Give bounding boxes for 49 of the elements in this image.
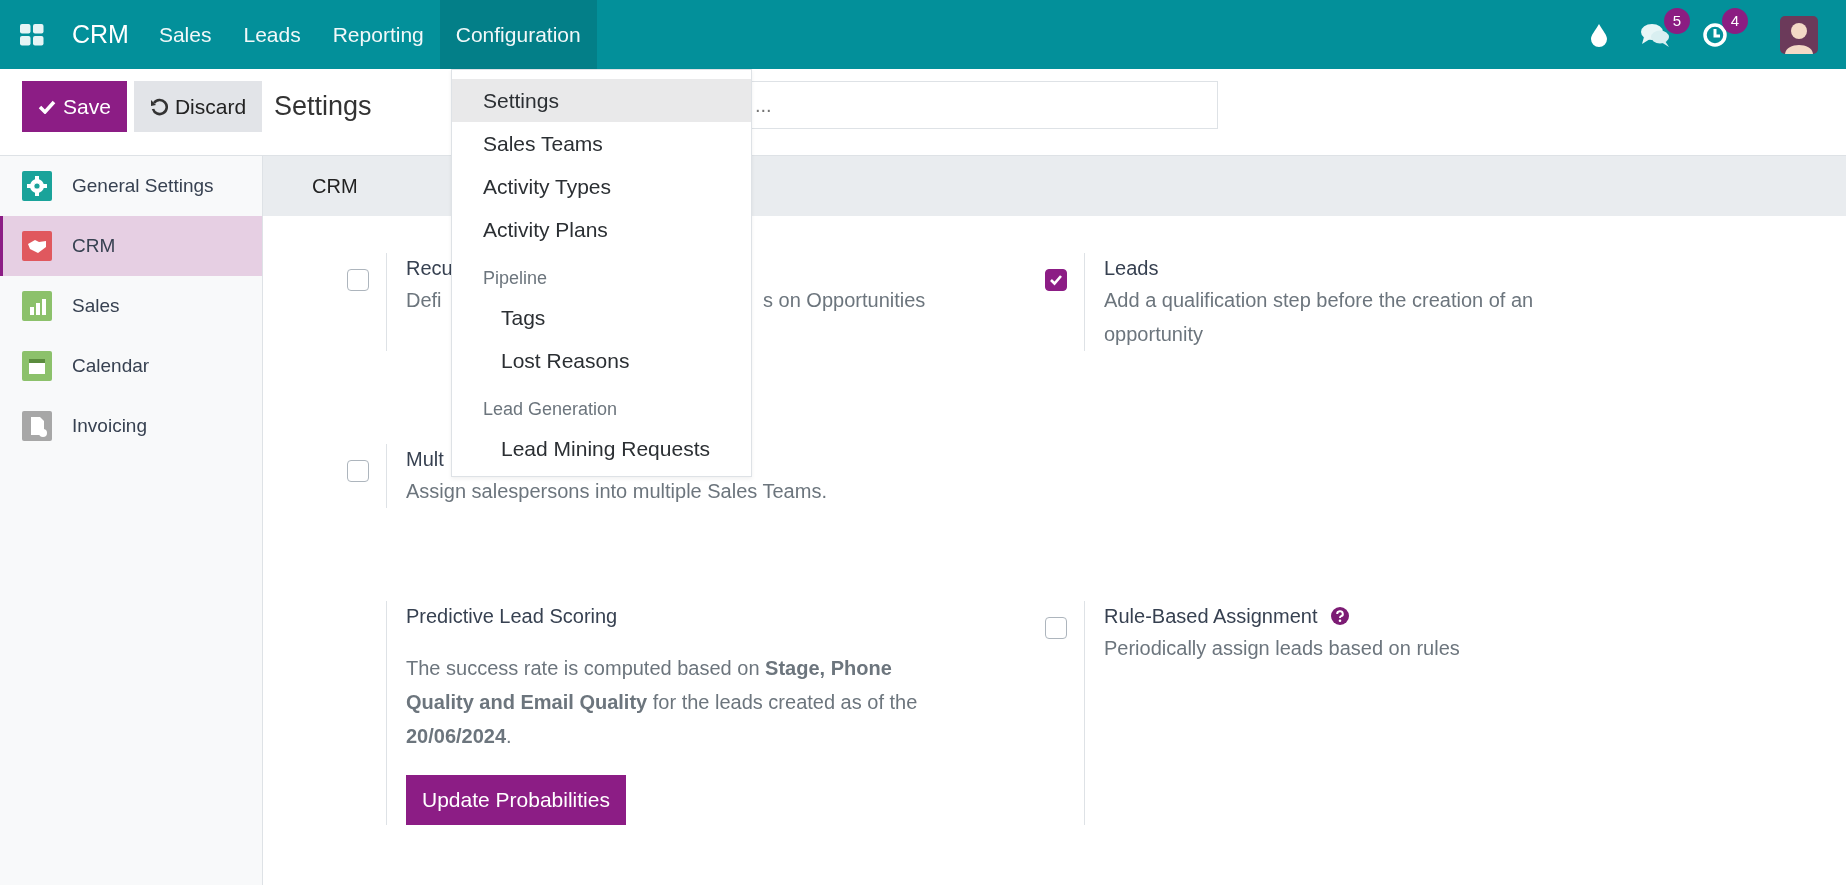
setting-description: Periodically assign leads based on rules — [1104, 636, 1460, 661]
save-button[interactable]: Save — [22, 81, 127, 132]
check-icon — [38, 99, 56, 114]
sidebar-item[interactable]: Calendar — [0, 336, 262, 396]
menu-item[interactable]: Settings — [452, 79, 751, 122]
section-title: CRM — [312, 174, 358, 198]
menu-section-header: Pipeline — [482, 267, 549, 290]
setting-description: Assign salespersons into multiple Sales Teams. — [406, 479, 827, 504]
checkbox[interactable] — [1045, 269, 1067, 291]
sidebar-item[interactable]: General Settings — [0, 156, 262, 216]
menu-section-header: Lead Generation — [482, 398, 619, 421]
undo-icon — [149, 97, 168, 116]
setting-title: Leads — [1104, 256, 1159, 281]
checkbox[interactable] — [347, 460, 369, 482]
menu-item[interactable]: Lead Mining Requests — [452, 427, 751, 470]
check-icon — [1049, 274, 1063, 286]
setting-description: Add a qualification step before the creation of an opportunity — [1104, 288, 1535, 347]
checkbox[interactable] — [347, 269, 369, 291]
message-count-badge: 5 — [1664, 7, 1690, 34]
setting-description: Defi — [406, 289, 442, 311]
nav-menu-item[interactable]: Leads — [227, 0, 317, 69]
checkbox[interactable] — [1045, 617, 1067, 639]
setting-title: Predictive Lead Scoring — [406, 604, 618, 629]
nav-menu-item[interactable]: Reporting — [316, 0, 440, 69]
apps-menu-icon[interactable] — [20, 23, 44, 46]
menu-item[interactable]: Activity Plans — [452, 208, 751, 251]
activity-count-badge: 4 — [1722, 7, 1748, 34]
nav-menu-item[interactable]: Sales — [142, 0, 228, 69]
setting-title: Mult — [406, 447, 444, 472]
avatar-icon[interactable] — [1780, 15, 1818, 54]
menu-item[interactable]: Activity Types — [452, 165, 751, 208]
menu-item[interactable]: Tags — [452, 296, 751, 339]
chat-icon[interactable] — [1640, 21, 1670, 48]
sidebar-item[interactable]: Sales — [0, 276, 262, 336]
setting-description: The success rate is computed based on Stage, Phone Quality and Email Quality for the leads created as of the 20/06/2024. — [406, 656, 919, 749]
drop-icon[interactable] — [1590, 22, 1608, 47]
setting-description: s on Opportunities — [763, 288, 926, 313]
sidebar-item[interactable]: CRM — [0, 216, 262, 276]
sidebar-item[interactable]: Invoicing — [0, 396, 262, 456]
app-name-link[interactable]: CRM — [72, 20, 129, 49]
discard-button[interactable]: Discard — [133, 81, 263, 132]
page-title: Settings — [274, 90, 372, 123]
clock-icon[interactable] — [1702, 21, 1728, 48]
update-probabilities-button[interactable]: Update Probabilities — [406, 775, 626, 825]
setting-title: Recu — [406, 256, 453, 281]
help-icon[interactable] — [1331, 607, 1350, 625]
menu-item[interactable]: Lost Reasons — [452, 339, 751, 382]
setting-title: Rule-Based Assignment — [1104, 604, 1318, 629]
nav-menu-item[interactable]: Configuration — [439, 0, 597, 69]
